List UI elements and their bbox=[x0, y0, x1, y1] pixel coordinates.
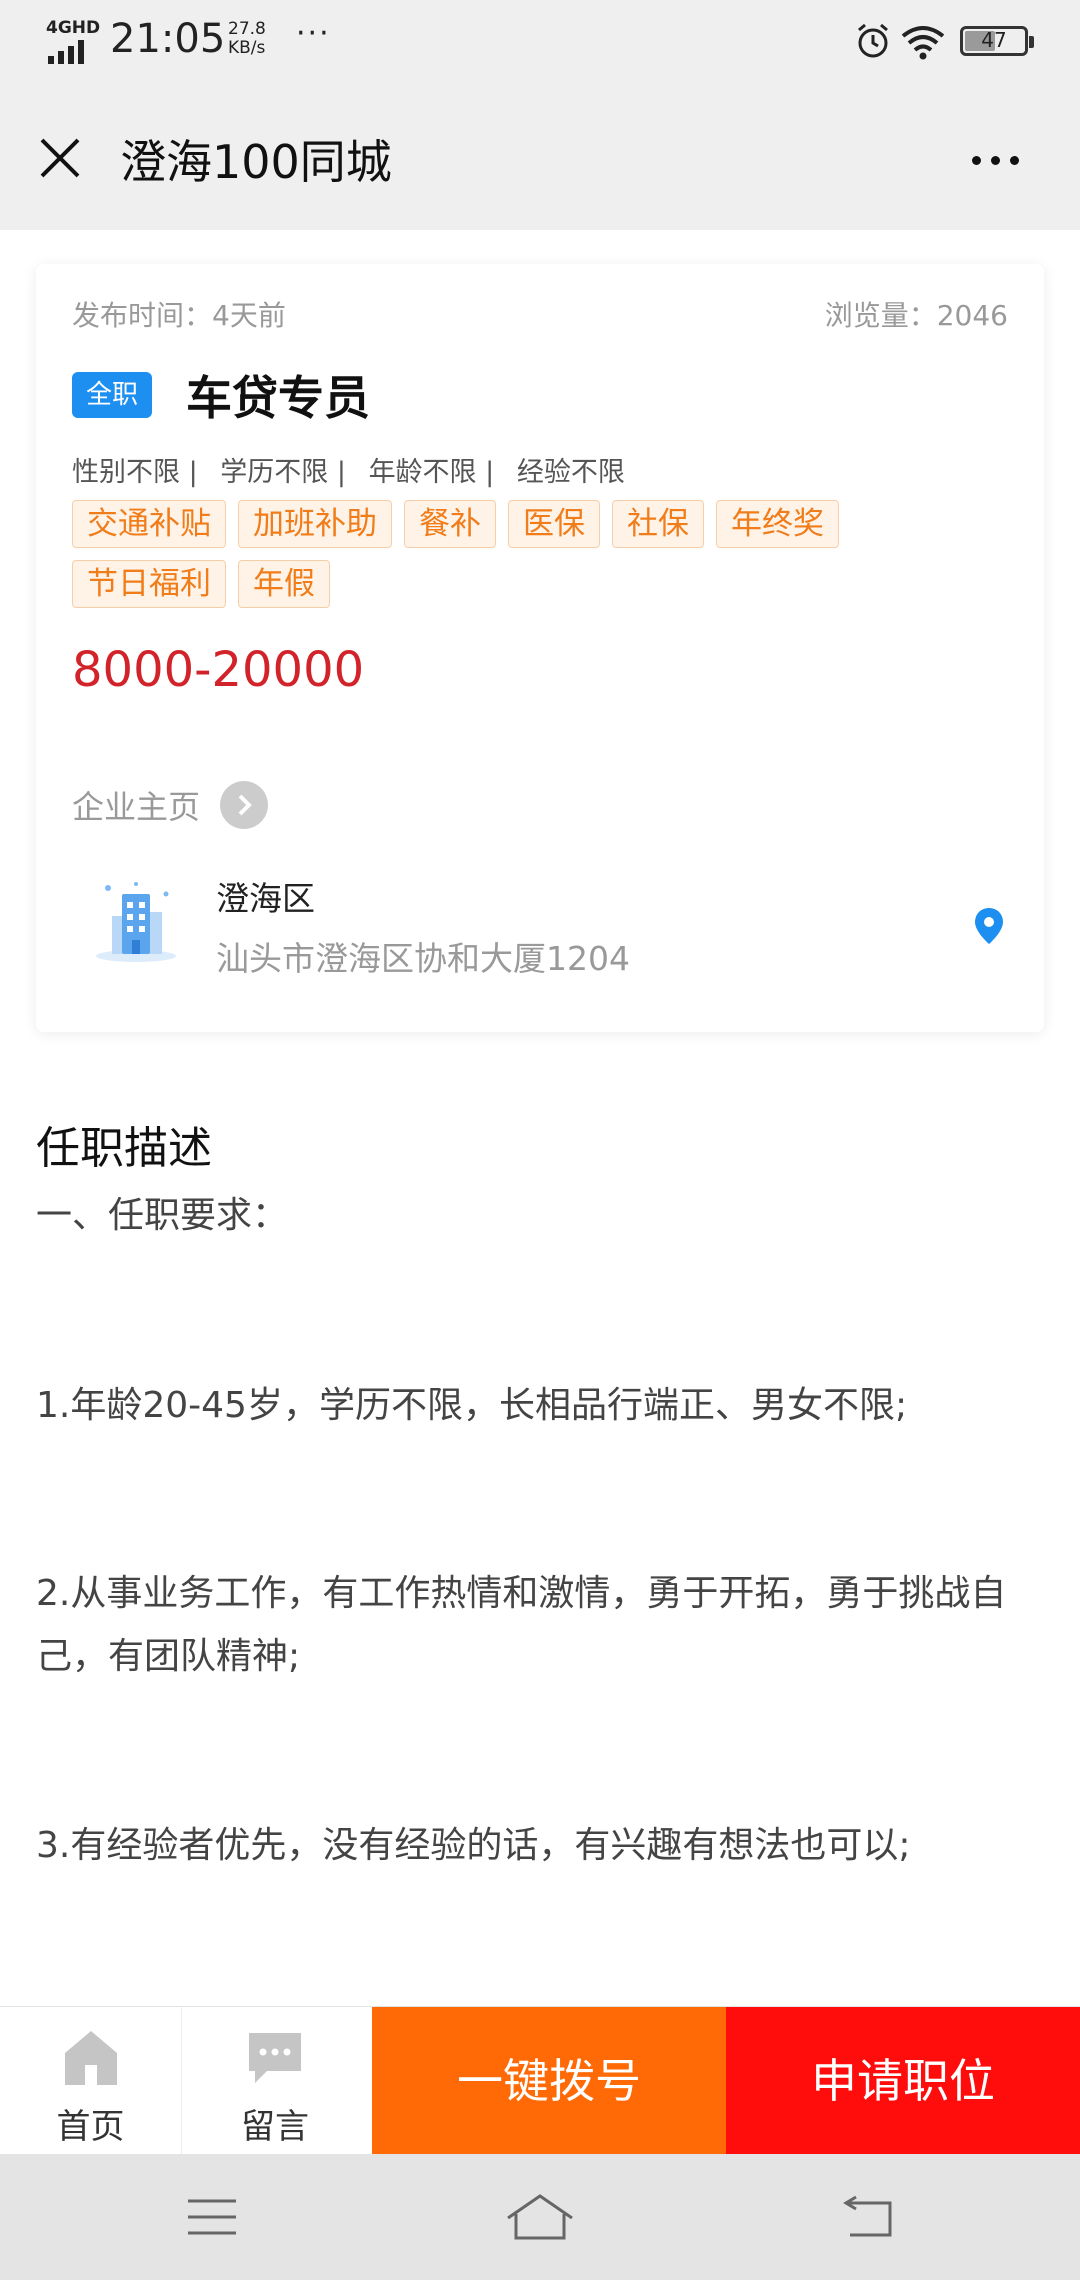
battery-level: 47 bbox=[981, 28, 1007, 52]
company-homepage-link[interactable]: 企业主页 bbox=[72, 780, 269, 830]
title-bar: 澄海100同城 bbox=[0, 82, 1080, 230]
one-click-dial-button[interactable]: 一键拨号 bbox=[372, 2007, 726, 2155]
description-item: 3.有经验者优先，没有经验的话，有兴趣有想法也可以; bbox=[36, 1825, 911, 1866]
benefit-tags: 交通补贴 加班补助 餐补 医保 社保 年终奖 节日福利 年假 bbox=[72, 500, 972, 608]
more-dot-icon bbox=[990, 155, 1000, 165]
job-requirements: 性别不限 | 学历不限 | 年龄不限 | 经验不限 bbox=[72, 450, 639, 489]
benefit-tag: 餐补 bbox=[404, 500, 496, 548]
back-icon bbox=[843, 2195, 892, 2237]
speed-unit: KB/s bbox=[228, 38, 266, 58]
home-button[interactable]: 首页 bbox=[0, 2007, 182, 2155]
location-pin-icon[interactable] bbox=[972, 906, 1006, 946]
requirement-gender: 性别不限 | bbox=[72, 457, 198, 488]
menu-icon bbox=[188, 2199, 236, 2235]
page-title: 澄海100同城 bbox=[120, 135, 392, 189]
wifi-icon bbox=[901, 26, 945, 60]
home-icon bbox=[65, 2031, 117, 2085]
alarm-icon bbox=[858, 23, 888, 58]
status-bar: 4GHD 21:05 27.8 KB/s ··· 47 bbox=[0, 0, 1080, 82]
job-type-badge: 全职 bbox=[72, 372, 153, 418]
message-icon bbox=[249, 2033, 301, 2083]
benefit-tag: 年假 bbox=[238, 560, 330, 608]
more-dot-icon bbox=[1009, 155, 1019, 165]
notification-dots: ··· bbox=[296, 16, 331, 51]
building-icon bbox=[96, 882, 176, 962]
home-nav-button[interactable] bbox=[500, 2182, 580, 2252]
more-options-button[interactable] bbox=[960, 130, 1030, 190]
cellular-signal-icon: 4GHD bbox=[46, 18, 101, 64]
network-speed: 27.8 KB/s bbox=[228, 20, 288, 58]
message-button[interactable]: 留言 bbox=[184, 2007, 366, 2155]
job-card: 发布时间：4天前 浏览量：2046 全职 车贷专员 性别不限 | 学历不限 | … bbox=[36, 264, 1044, 1032]
salary-range: 8000-20000 bbox=[72, 642, 365, 698]
bottom-action-bar: 首页 留言 一键拨号 申请职位 bbox=[0, 2006, 1080, 2155]
company-district: 澄海区 bbox=[216, 879, 315, 918]
requirement-age: 年龄不限 | bbox=[368, 457, 495, 488]
battery-icon: 47 bbox=[960, 26, 1034, 56]
network-type-label: 4GHD bbox=[46, 18, 101, 38]
description-item: 2.从事业务工作，有工作热情和激情，勇于开拓，勇于挑战自己，有团队精神; bbox=[36, 1573, 1007, 1677]
description-title: 任职描述 bbox=[36, 1123, 212, 1174]
company-address: 汕头市澄海区协和大厦1204 bbox=[216, 939, 630, 978]
close-button[interactable] bbox=[30, 128, 90, 188]
system-nav-bar bbox=[0, 2154, 1080, 2280]
chevron-right-icon bbox=[220, 781, 269, 829]
benefit-tag: 交通补贴 bbox=[72, 500, 226, 548]
close-icon bbox=[40, 138, 80, 178]
back-button[interactable] bbox=[828, 2182, 908, 2252]
status-time: 21:05 bbox=[110, 16, 226, 62]
benefit-tag: 年终奖 bbox=[716, 500, 839, 548]
job-title: 车贷专员 bbox=[186, 371, 370, 425]
benefit-tag: 节日福利 bbox=[72, 560, 226, 608]
home-outline-icon bbox=[507, 2194, 573, 2240]
message-label: 留言 bbox=[241, 2107, 309, 2147]
requirement-education: 学历不限 | bbox=[220, 457, 346, 488]
requirement-experience: 经验不限 bbox=[516, 457, 625, 488]
description-item: 1.年龄20-45岁，学历不限，长相品行端正、男女不限; bbox=[36, 1385, 908, 1426]
apply-job-button[interactable]: 申请职位 bbox=[726, 2007, 1080, 2155]
more-dot-icon bbox=[971, 155, 981, 165]
benefit-tag: 加班补助 bbox=[238, 500, 392, 548]
company-homepage-label: 企业主页 bbox=[72, 788, 201, 826]
view-count: 浏览量：2046 bbox=[824, 299, 1008, 332]
benefit-tag: 社保 bbox=[612, 500, 704, 548]
speed-value: 27.8 bbox=[228, 19, 266, 39]
menu-button[interactable] bbox=[172, 2182, 252, 2252]
publish-time: 发布时间：4天前 bbox=[72, 299, 286, 332]
description-heading: 一、任职要求： bbox=[36, 1195, 289, 1236]
benefit-tag: 医保 bbox=[508, 500, 600, 548]
home-label: 首页 bbox=[56, 2107, 125, 2147]
